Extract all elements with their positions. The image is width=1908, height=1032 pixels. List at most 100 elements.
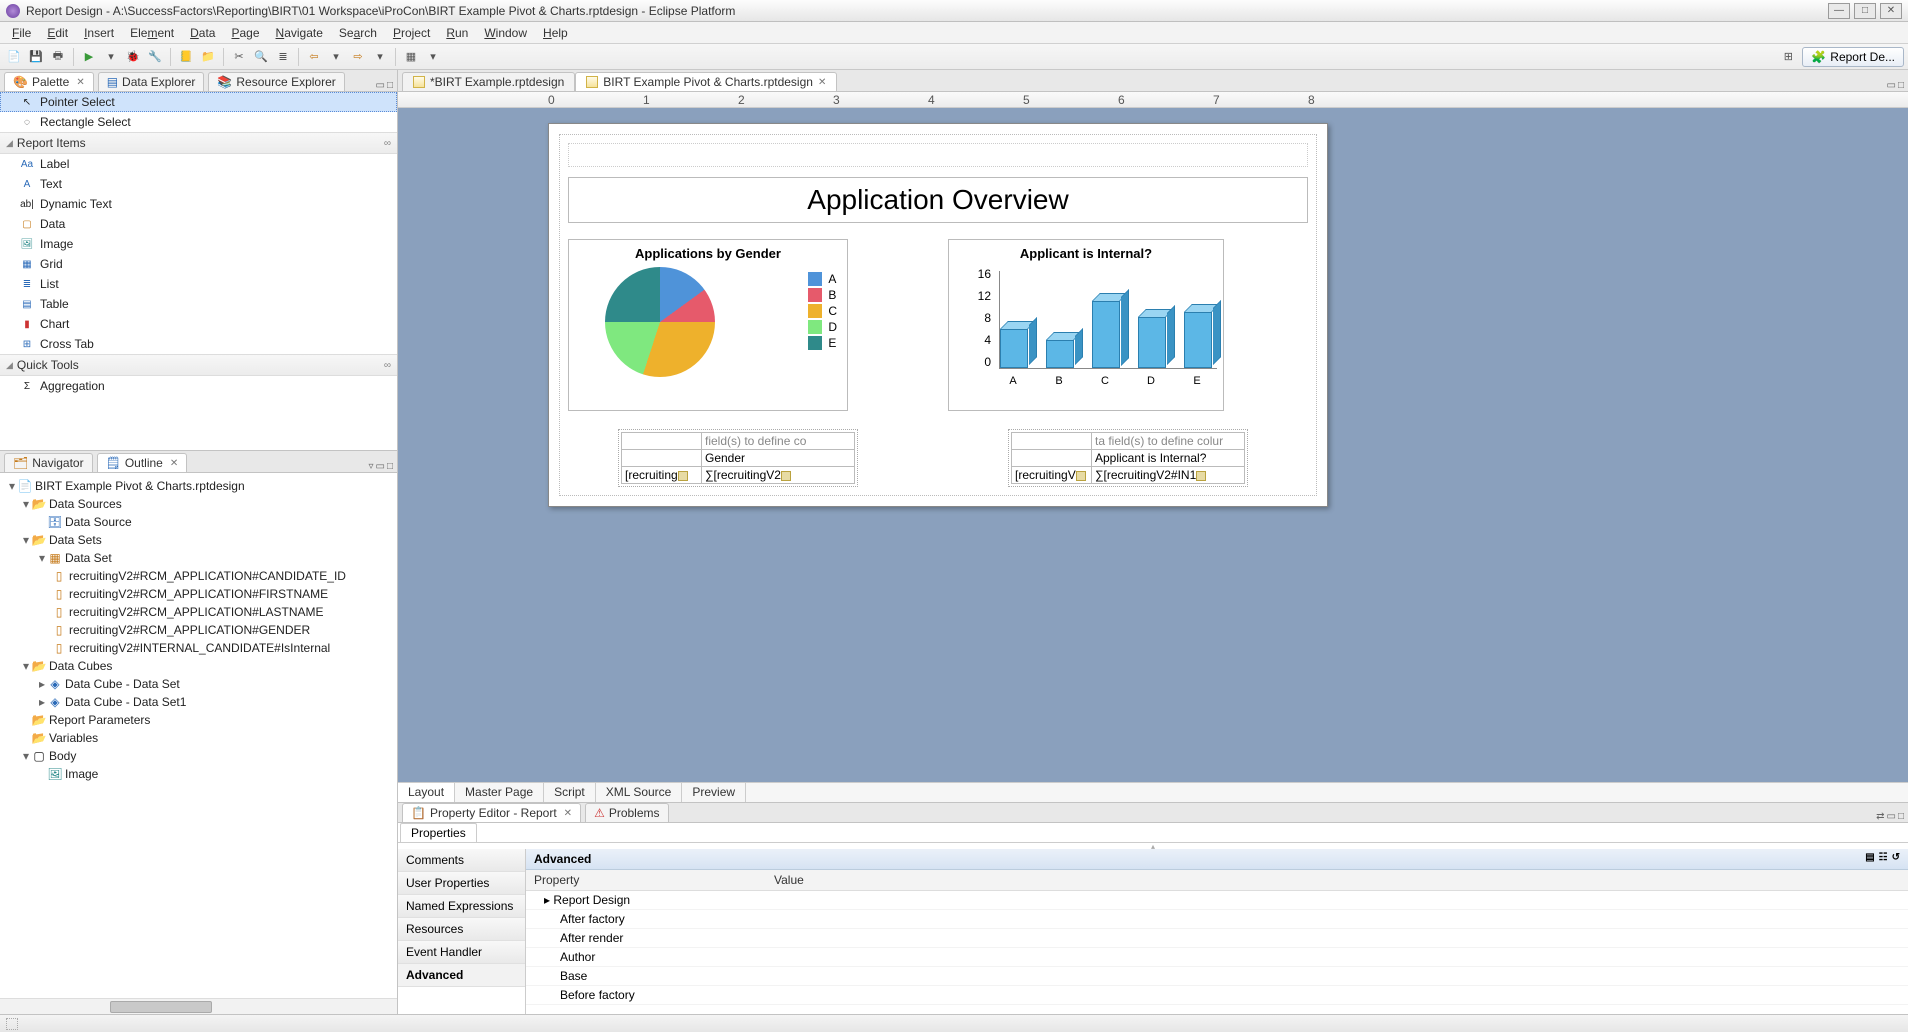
tree-column[interactable]: ▯recruitingV2#RCM_APPLICATION#LASTNAME [2,603,395,621]
tree-column[interactable]: ▯recruitingV2#RCM_APPLICATION#GENDER [2,621,395,639]
save-button[interactable]: 💾 [26,47,46,67]
report-title-box[interactable]: Application Overview [568,177,1308,223]
outline-tree[interactable]: ▾📄BIRT Example Pivot & Charts.rptdesign … [0,473,397,998]
editor-tab-1[interactable]: *BIRT Example.rptdesign [402,72,575,91]
tree-column[interactable]: ▯recruitingV2#INTERNAL_CANDIDATE#IsInter… [2,639,395,657]
design-canvas[interactable]: Application Overview Applications by Gen… [398,108,1908,782]
maximize-view-icon[interactable]: □ [387,461,393,472]
palette-item-aggregation[interactable]: ΣAggregation [0,376,397,396]
tree-body-image[interactable]: 🖼Image [2,765,395,783]
tree-data-cubes[interactable]: ▾📂Data Cubes [2,657,395,675]
close-icon[interactable]: ✕ [564,808,572,819]
cat-advanced[interactable]: Advanced [398,964,525,987]
maximize-view-icon[interactable]: □ [1898,80,1904,91]
menu-search[interactable]: Search [331,24,385,42]
report-page[interactable]: Application Overview Applications by Gen… [548,123,1328,507]
minimize-view-icon[interactable]: ▭ [376,461,385,472]
new-report-button[interactable]: 📒 [176,47,196,67]
maximize-view-icon[interactable]: □ [387,80,393,91]
palette-item-chart[interactable]: ▮Chart [0,314,397,334]
toggle-grid-button[interactable]: ▦ [401,47,421,67]
maximize-view-icon[interactable]: □ [1898,811,1904,822]
palette-item-table[interactable]: ▤Table [0,294,397,314]
palette-section-quick-tools[interactable]: ◢ Quick Tools ∞ [0,354,397,376]
tab-property-editor[interactable]: 📋 Property Editor - Report ✕ [402,803,581,822]
ext-tools-button[interactable]: 🔧 [145,47,165,67]
menu-window[interactable]: Window [476,24,535,42]
palette-item-image[interactable]: 🖼Image [0,234,397,254]
tree-data-sources[interactable]: ▾📂Data Sources [2,495,395,513]
menu-page[interactable]: Page [223,24,267,42]
show-local-icon[interactable]: ▤ [1865,852,1874,866]
open-perspective-button[interactable]: ⊞ [1778,47,1798,67]
search-button[interactable]: 🔍 [251,47,271,67]
pin-icon[interactable]: ∞ [384,360,391,371]
view-menu-icon[interactable]: ▿ [368,461,373,472]
toggle-breadcrumb-button[interactable]: ≣ [273,47,293,67]
toggle-ruler-icon[interactable]: ▾ [423,47,443,67]
run-dropdown-icon[interactable]: ▾ [101,47,121,67]
crosstab-internal[interactable]: ta field(s) to define colur Applicant is… [1008,429,1248,487]
restore-defaults-icon[interactable]: ↺ [1892,852,1900,866]
pin-icon[interactable]: ∞ [384,138,391,149]
cut-button[interactable]: ✂ [229,47,249,67]
minimize-view-icon[interactable]: ▭ [1887,811,1896,822]
tree-column[interactable]: ▯recruitingV2#RCM_APPLICATION#FIRSTNAME [2,585,395,603]
menu-navigate[interactable]: Navigate [268,24,331,42]
maximize-button[interactable]: □ [1854,3,1876,19]
menu-run[interactable]: Run [438,24,476,42]
tree-cube[interactable]: ▸◈Data Cube - Data Set1 [2,693,395,711]
tree-body[interactable]: ▾▢Body [2,747,395,765]
palette-item-dynamic-text[interactable]: ab|Dynamic Text [0,194,397,214]
menu-help[interactable]: Help [535,24,576,42]
tab-data-explorer[interactable]: ▤ Data Explorer [98,72,205,91]
mode-tab-preview[interactable]: Preview [682,783,746,802]
tab-resource-explorer[interactable]: 📚 Resource Explorer [208,72,344,91]
menu-edit[interactable]: Edit [39,24,76,42]
menu-project[interactable]: Project [385,24,438,42]
menu-file[interactable]: File [4,24,39,42]
property-table[interactable]: PropertyValue ▸ Report Design After fact… [526,870,1908,1014]
mode-tab-script[interactable]: Script [544,783,596,802]
close-icon[interactable]: ✕ [170,458,178,469]
minimize-button[interactable]: — [1828,3,1850,19]
close-button[interactable]: ✕ [1880,3,1902,19]
cat-user-properties[interactable]: User Properties [398,872,525,895]
crosstab-gender[interactable]: field(s) to define co Gender [recruiting… [618,429,858,487]
palette-item-label[interactable]: AaLabel [0,154,397,174]
tree-data-set[interactable]: ▾▦Data Set [2,549,395,567]
perspective-report-design[interactable]: 🧩 Report De... [1802,47,1904,67]
tree-cube[interactable]: ▸◈Data Cube - Data Set [2,675,395,693]
close-icon[interactable]: ✕ [818,77,826,88]
palette-item-text[interactable]: AText [0,174,397,194]
tab-problems[interactable]: ⚠ Problems [585,803,668,822]
tree-variables[interactable]: 📂Variables [2,729,395,747]
tree-root[interactable]: ▾📄BIRT Example Pivot & Charts.rptdesign [2,477,395,495]
menu-insert[interactable]: Insert [76,24,122,42]
forward-drop-icon[interactable]: ▾ [370,47,390,67]
chart-applicant-is-internal[interactable]: Applicant is Internal? 1612840 ABCDE [948,239,1224,411]
mode-tab-layout[interactable]: Layout [398,783,455,802]
tree-column[interactable]: ▯recruitingV2#RCM_APPLICATION#CANDIDATE_… [2,567,395,585]
minimize-view-icon[interactable]: ▭ [1887,80,1896,91]
print-button[interactable]: 🖶 [48,47,68,67]
minimize-view-icon[interactable]: ▭ [376,80,385,91]
palette-pointer-select[interactable]: ↖ Pointer Select [0,92,397,112]
outline-h-scrollbar[interactable] [0,998,397,1014]
show-groups-icon[interactable]: ☷ [1879,852,1888,866]
forward-button[interactable]: ⇨ [348,47,368,67]
close-icon[interactable]: ✕ [76,77,84,88]
tab-navigator[interactable]: 🗂 Navigator [4,453,93,472]
subtab-properties[interactable]: Properties [400,823,477,842]
palette-section-report-items[interactable]: ◢ Report Items ∞ [0,132,397,154]
new-folder-button[interactable]: 📁 [198,47,218,67]
back-button[interactable]: ⇦ [304,47,324,67]
tree-data-source[interactable]: 🗄Data Source [2,513,395,531]
debug-button[interactable]: 🐞 [123,47,143,67]
cat-named-expressions[interactable]: Named Expressions [398,895,525,918]
run-button[interactable]: ▶ [79,47,99,67]
back-drop-icon[interactable]: ▾ [326,47,346,67]
link-editor-icon[interactable]: ⇄ [1876,811,1884,822]
mode-tab-xml-source[interactable]: XML Source [596,783,683,802]
chart-applications-by-gender[interactable]: Applications by Gender A B C D E [568,239,848,411]
